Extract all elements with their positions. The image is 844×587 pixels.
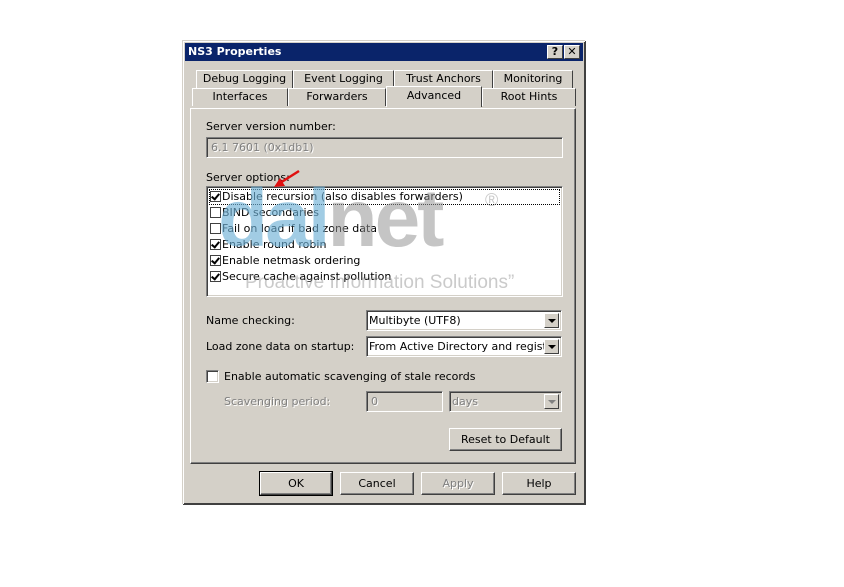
check-icon: [211, 239, 220, 249]
check-icon: [211, 271, 220, 281]
checkbox-checked[interactable]: [210, 239, 221, 250]
name-checking-value: Multibyte (UTF8): [369, 314, 461, 327]
checkbox-checked[interactable]: [210, 255, 221, 266]
server-version-label: Server version number:: [206, 120, 336, 133]
server-version-value: 6.1 7601 (0x1db1): [211, 141, 314, 154]
check-icon: [211, 191, 220, 201]
window-title: NS3 Properties: [188, 45, 282, 58]
arrow-shaft: [279, 169, 300, 185]
cancel-button[interactable]: Cancel: [340, 472, 414, 495]
question-icon: ?: [551, 45, 559, 58]
scavenging-checkbox[interactable]: [206, 370, 219, 383]
name-checking-label: Name checking:: [206, 314, 295, 327]
chevron-down-icon: [548, 400, 556, 404]
option-label: Secure cache against pollution: [222, 270, 392, 283]
load-zone-value: From Active Directory and registry: [369, 340, 558, 353]
tab-label: Trust Anchors: [406, 72, 481, 85]
tab-event-logging[interactable]: Event Logging: [293, 70, 394, 88]
load-zone-select[interactable]: From Active Directory and registry: [366, 336, 562, 357]
tab-label: Debug Logging: [202, 72, 287, 85]
option-label: Enable netmask ordering: [222, 254, 361, 267]
scavenging-label: Enable automatic scavenging of stale rec…: [224, 370, 476, 383]
scavenging-unit-select[interactable]: days: [449, 391, 562, 412]
tab-monitoring[interactable]: Monitoring: [493, 70, 573, 88]
option-label: BIND secondaries: [222, 206, 320, 219]
dropdown-button[interactable]: [544, 394, 559, 409]
check-icon: [211, 255, 220, 265]
scavenging-period-label: Scavenging period:: [224, 395, 331, 408]
option-label: Fail on load if bad zone data: [222, 222, 378, 235]
close-button[interactable]: ✕: [564, 45, 580, 59]
option-round-robin[interactable]: Enable round robin: [209, 237, 560, 253]
server-options-list[interactable]: Disable recursion (also disables forward…: [206, 186, 563, 297]
option-disable-recursion[interactable]: Disable recursion (also disables forward…: [209, 189, 560, 205]
checkbox-unchecked[interactable]: [210, 207, 221, 218]
option-label: Disable recursion (also disables forward…: [222, 190, 463, 203]
load-zone-label: Load zone data on startup:: [206, 340, 355, 353]
help-button[interactable]: Help: [502, 472, 576, 495]
option-bind-secondaries[interactable]: BIND secondaries: [209, 205, 560, 221]
tab-forwarders[interactable]: Forwarders: [288, 88, 386, 106]
checkbox-unchecked[interactable]: [210, 223, 221, 234]
scavenging-unit-value: days: [452, 395, 478, 408]
tab-label: Event Logging: [304, 72, 383, 85]
option-netmask-ordering[interactable]: Enable netmask ordering: [209, 253, 560, 269]
server-version-field: 6.1 7601 (0x1db1): [206, 137, 563, 158]
apply-button[interactable]: Apply: [421, 472, 495, 495]
annotation-arrow-icon: [274, 169, 300, 187]
chevron-down-icon: [548, 319, 556, 323]
checkbox-checked[interactable]: [210, 271, 221, 282]
dropdown-button[interactable]: [544, 313, 559, 328]
checkbox-checked[interactable]: [210, 191, 221, 202]
option-secure-cache[interactable]: Secure cache against pollution: [209, 269, 560, 285]
tab-label: Monitoring: [503, 72, 563, 85]
tab-label: Root Hints: [500, 90, 558, 103]
dropdown-button[interactable]: [544, 339, 559, 354]
registered-mark: ®: [485, 190, 499, 210]
tab-root-hints[interactable]: Root Hints: [482, 88, 576, 106]
title-bar[interactable]: NS3 Properties ? ✕: [185, 43, 583, 61]
close-icon: ✕: [567, 45, 577, 58]
option-fail-on-load[interactable]: Fail on load if bad zone data: [209, 221, 560, 237]
arrow-head: [274, 178, 285, 187]
option-label: Enable round robin: [222, 238, 327, 251]
ok-button[interactable]: OK: [259, 471, 333, 496]
tab-label: Interfaces: [212, 90, 268, 103]
tab-label: Advanced: [406, 89, 462, 102]
name-checking-select[interactable]: Multibyte (UTF8): [366, 310, 562, 331]
tab-interfaces[interactable]: Interfaces: [192, 88, 288, 106]
tab-advanced[interactable]: Advanced: [386, 86, 482, 107]
tab-label: Forwarders: [306, 90, 368, 103]
chevron-down-icon: [548, 345, 556, 349]
help-title-button[interactable]: ?: [547, 45, 563, 59]
reset-to-default-button[interactable]: Reset to Default: [449, 428, 562, 451]
scavenging-period-value: 0: [371, 395, 378, 408]
tab-debug-logging[interactable]: Debug Logging: [196, 70, 293, 88]
scavenging-period-input[interactable]: 0: [366, 391, 443, 412]
